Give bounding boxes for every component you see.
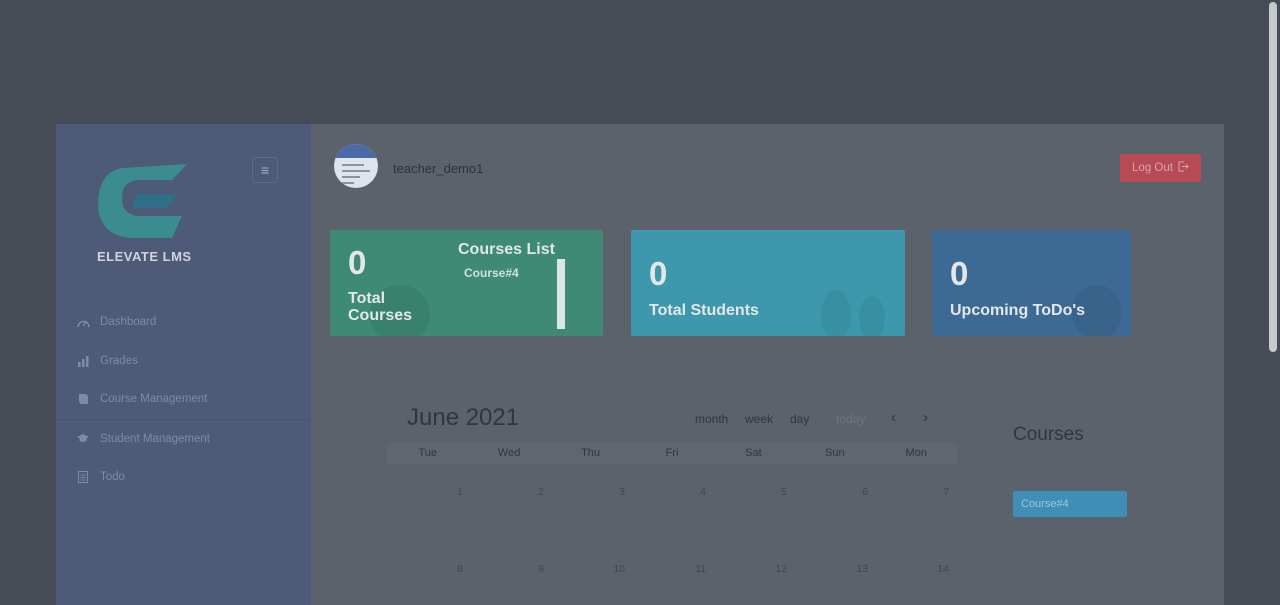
- upcoming-todos-label: Upcoming ToDo's: [950, 302, 1086, 319]
- app-window: ELEVATE LMS ≡ Dashboard Grades Course Ma…: [56, 124, 1224, 605]
- scrollbar-thumb[interactable]: [1269, 2, 1277, 352]
- logout-icon: [1178, 161, 1189, 175]
- total-students-label: Total Students: [649, 302, 759, 319]
- calendar-title: June 2021: [407, 404, 520, 431]
- main-content: teacher_demo1 Log Out 0 Total Courses Co…: [311, 124, 1224, 605]
- calendar-day[interactable]: 1: [443, 486, 463, 498]
- total-courses-value: 0: [348, 244, 367, 281]
- weekday-header: Tue Wed Thu Fri Sat Sun Mon: [387, 442, 957, 464]
- upcoming-todos-card[interactable]: 0 Upcoming ToDo's: [932, 230, 1131, 336]
- total-students-card[interactable]: 0 Total Students: [631, 230, 905, 336]
- total-courses-card[interactable]: 0 Total Courses Courses List Course#4: [330, 230, 603, 336]
- weekday: Sun: [825, 447, 845, 459]
- weekday: Wed: [497, 447, 521, 459]
- sidebar-item-dashboard[interactable]: Dashboard: [56, 303, 311, 342]
- page-scrollbar[interactable]: [1266, 0, 1280, 605]
- day-view-button[interactable]: day: [790, 412, 809, 426]
- sidebar-item-grades[interactable]: Grades: [56, 342, 311, 381]
- sidebar: ELEVATE LMS ≡ Dashboard Grades Course Ma…: [56, 124, 311, 605]
- sidebar-item-todo[interactable]: Todo: [56, 458, 311, 497]
- calendar-day[interactable]: 9: [524, 563, 544, 575]
- sidebar-item-label: Todo: [100, 471, 125, 484]
- prev-month-icon[interactable]: ‹: [891, 409, 896, 426]
- courses-list-item[interactable]: Course#4: [464, 266, 519, 280]
- calendar-day[interactable]: 6: [848, 486, 868, 498]
- calendar-day[interactable]: 10: [605, 563, 625, 575]
- book-icon: [76, 393, 90, 405]
- today-button[interactable]: today: [836, 412, 865, 426]
- upcoming-todos-value: 0: [950, 255, 969, 292]
- username: teacher_demo1: [393, 161, 484, 176]
- speedometer-icon: [76, 317, 90, 328]
- week-view-button[interactable]: week: [745, 412, 773, 426]
- graduation-cap-icon: [76, 433, 90, 444]
- sidebar-menu: Dashboard Grades Course Management Stude…: [56, 303, 311, 497]
- weekday: Mon: [905, 447, 927, 459]
- sidebar-item-course-management[interactable]: Course Management: [56, 380, 311, 420]
- courses-panel-title: Courses: [1013, 424, 1084, 445]
- calendar-day[interactable]: 11: [686, 563, 706, 575]
- sidebar-item-label: Student Management: [100, 432, 210, 445]
- calendar-day[interactable]: 13: [848, 563, 868, 575]
- logout-button[interactable]: Log Out: [1120, 154, 1201, 182]
- calendar-day[interactable]: 3: [605, 486, 625, 498]
- total-students-value: 0: [649, 255, 668, 292]
- calendar-day[interactable]: 5: [767, 486, 787, 498]
- courses-list-title: Courses List: [458, 241, 555, 258]
- course-button[interactable]: Course#4: [1013, 491, 1127, 517]
- calendar-day[interactable]: 4: [686, 486, 706, 498]
- weekday: Fri: [665, 447, 679, 459]
- next-month-icon[interactable]: ›: [923, 409, 928, 426]
- logout-label: Log Out: [1132, 162, 1173, 174]
- calendar-day[interactable]: 7: [929, 486, 949, 498]
- bar-chart-icon: [76, 355, 90, 367]
- menu-toggle-icon[interactable]: ≡: [252, 157, 278, 183]
- scroll-indicator: [557, 259, 565, 329]
- logo-text: ELEVATE LMS: [97, 249, 192, 264]
- weekday: Sat: [745, 447, 762, 459]
- sidebar-item-label: Grades: [100, 354, 138, 367]
- total-courses-label: Total Courses: [348, 290, 413, 324]
- weekday: Thu: [581, 447, 601, 459]
- avatar[interactable]: [334, 144, 378, 188]
- calendar-day[interactable]: 2: [524, 486, 544, 498]
- weekday: Tue: [418, 447, 437, 459]
- sidebar-item-label: Course Management: [100, 393, 208, 406]
- sidebar-item-label: Dashboard: [100, 316, 157, 329]
- elevate-logo: [98, 164, 187, 238]
- month-view-button[interactable]: month: [695, 412, 728, 426]
- calendar-day[interactable]: 14: [929, 563, 949, 575]
- calendar-day[interactable]: 8: [443, 563, 463, 575]
- calendar-day[interactable]: 12: [767, 563, 787, 575]
- list-icon: [76, 471, 90, 484]
- sidebar-item-student-management[interactable]: Student Management: [56, 420, 311, 459]
